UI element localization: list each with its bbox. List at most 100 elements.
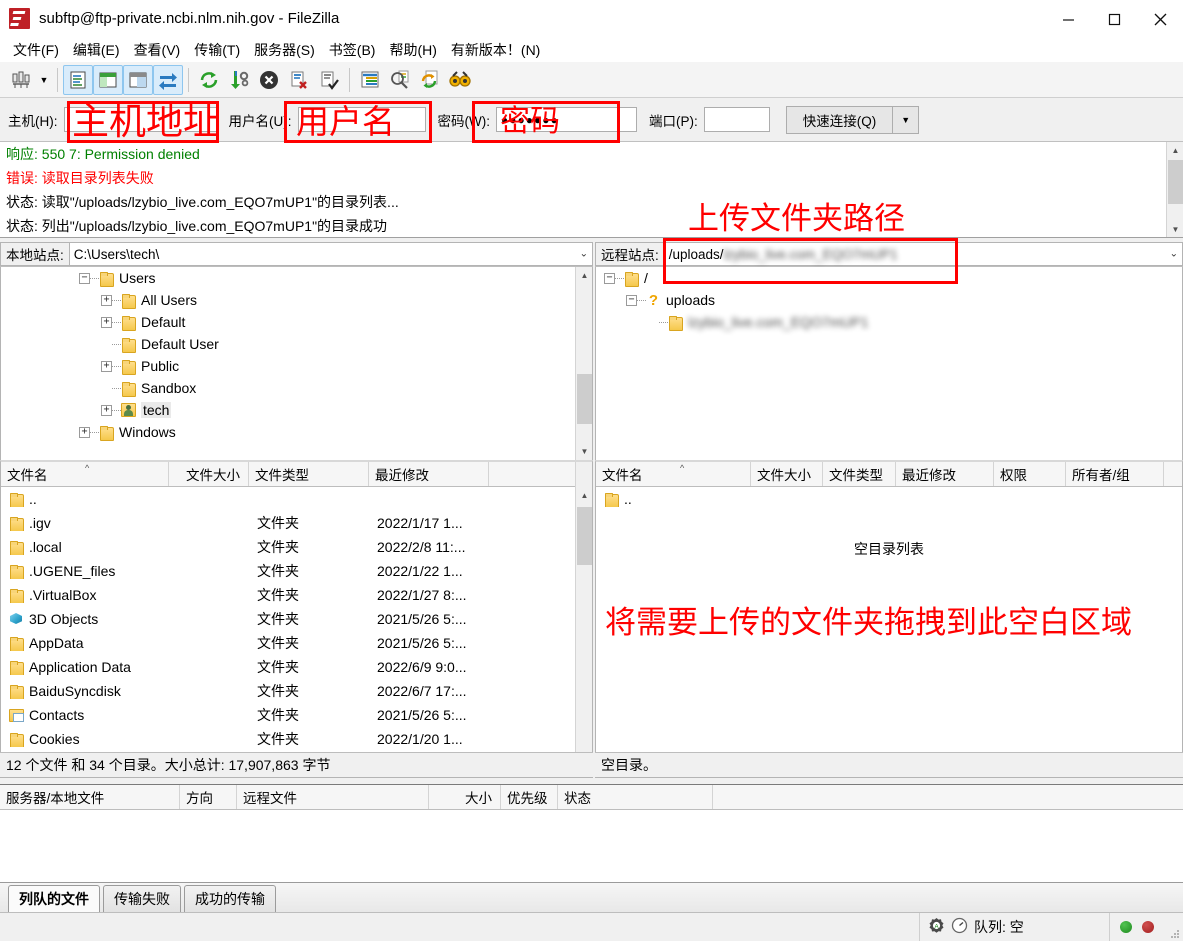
column-header-permissions[interactable]: 权限 [994, 462, 1066, 486]
tree-item-upload-folder[interactable]: lzybio_live.com_EQO7mUP1 [596, 311, 1182, 333]
remote-file-list[interactable]: 文件名 ^ 文件大小 文件类型 最近修改 权限 所有者/组 .. 空目录列表 [595, 460, 1183, 778]
find-files-icon[interactable] [445, 65, 475, 95]
close-button[interactable] [1137, 0, 1183, 38]
local-path-combo[interactable]: C:\Users\tech\ ⌄ [68, 242, 593, 266]
scroll-down-icon[interactable]: ▼ [1167, 221, 1183, 237]
menu-bookmarks[interactable]: 书签(B) [322, 38, 383, 62]
menu-new-version[interactable]: 有新版本！(N) [444, 38, 547, 62]
local-file-list-scrollbar[interactable]: ▲ ▼ [575, 462, 592, 777]
menu-help[interactable]: 帮助(H) [382, 38, 443, 62]
scroll-up-icon[interactable]: ▲ [576, 267, 592, 284]
column-header-size[interactable]: 文件大小 [751, 462, 823, 486]
speed-icon[interactable] [951, 917, 968, 937]
queue-column-size[interactable]: 大小 [429, 785, 501, 809]
compare-directories-icon[interactable] [385, 65, 415, 95]
table-row[interactable]: Cookies 文件夹 2022/1/20 1... [1, 727, 592, 751]
log-scroll-thumb[interactable] [1168, 160, 1183, 204]
local-tree-scroll-thumb[interactable] [577, 374, 592, 424]
column-header-name[interactable]: 文件名 ^ [596, 462, 751, 486]
process-queue-icon[interactable] [224, 65, 254, 95]
table-row[interactable]: .UGENE_files 文件夹 2022/1/22 1... [1, 559, 592, 583]
quickconnect-dropdown-icon[interactable]: ▼ [893, 105, 920, 134]
scroll-down-icon[interactable]: ▼ [576, 443, 592, 460]
queue-column-direction[interactable]: 方向 [180, 785, 237, 809]
expander-icon[interactable]: + [79, 426, 90, 438]
expander-icon[interactable]: + [101, 360, 112, 372]
tree-item-default[interactable]: + Default [1, 311, 592, 333]
cancel-icon[interactable] [254, 65, 284, 95]
site-manager-dropdown-icon[interactable]: ▼ [36, 65, 52, 95]
tree-item-all-users[interactable]: + All Users [1, 289, 592, 311]
scroll-up-icon[interactable]: ▲ [576, 487, 592, 504]
table-row[interactable]: .igv 文件夹 2022/1/17 1... [1, 511, 592, 535]
host-input[interactable] [63, 107, 217, 132]
menu-transfer[interactable]: 传输(T) [187, 38, 247, 62]
tab-failed-transfers[interactable]: 传输失败 [103, 885, 181, 912]
column-header-type[interactable]: 文件类型 [823, 462, 896, 486]
resize-grip-icon[interactable] [1168, 927, 1180, 939]
tree-item-windows[interactable]: + Windows [1, 421, 592, 443]
transfer-queue-body[interactable] [0, 810, 1183, 882]
local-directory-tree[interactable]: − Users + All Users + Default Default Us… [0, 267, 593, 460]
column-header-size[interactable]: 文件大小 [169, 462, 249, 486]
table-row[interactable]: Contacts 文件夹 2021/5/26 5:... [1, 703, 592, 727]
refresh-icon[interactable] [194, 65, 224, 95]
expander-icon[interactable]: + [101, 404, 112, 416]
remote-path-combo[interactable]: /uploads/lzybio_live.com_EQO7mUP1 ⌄ [663, 242, 1183, 266]
queue-column-status[interactable]: 状态 [558, 785, 713, 809]
column-header-type[interactable]: 文件类型 [249, 462, 369, 486]
table-row[interactable]: .VirtualBox 文件夹 2022/1/27 8:... [1, 583, 592, 607]
menu-server[interactable]: 服务器(S) [247, 38, 322, 62]
table-row[interactable]: Application Data 文件夹 2022/6/9 9:0... [1, 655, 592, 679]
chevron-down-icon[interactable]: ⌄ [1170, 249, 1178, 260]
toggle-message-log-icon[interactable] [63, 64, 93, 95]
menu-file[interactable]: 文件(F) [6, 38, 66, 62]
menu-view[interactable]: 查看(V) [127, 38, 188, 62]
menu-edit[interactable]: 编辑(E) [66, 38, 127, 62]
disconnect-icon[interactable] [284, 65, 314, 95]
toggle-transfer-queue-icon[interactable] [153, 64, 183, 95]
synchronized-browsing-icon[interactable] [415, 65, 445, 95]
expander-icon[interactable]: + [101, 316, 112, 328]
expander-icon[interactable]: − [626, 294, 637, 306]
toggle-remote-tree-icon[interactable] [123, 64, 153, 95]
username-input[interactable] [297, 107, 426, 132]
port-input[interactable] [703, 107, 770, 132]
password-input[interactable]: ●●●●●●● [495, 107, 637, 132]
tree-item-default-user[interactable]: Default User [1, 333, 592, 355]
column-header-name[interactable]: 文件名 ^ [1, 462, 169, 486]
tree-item-sandbox[interactable]: Sandbox [1, 377, 592, 399]
tree-item-tech[interactable]: + tech [1, 399, 592, 421]
toggle-local-tree-icon[interactable] [93, 64, 123, 95]
filter-icon[interactable] [355, 65, 385, 95]
table-row[interactable]: .. [1, 487, 592, 511]
tree-item-root[interactable]: − / [596, 267, 1182, 289]
table-row[interactable]: AppData 文件夹 2021/5/26 5:... [1, 631, 592, 655]
table-row[interactable]: BaiduSyncdisk 文件夹 2022/6/7 17:... [1, 679, 592, 703]
tree-item-public[interactable]: + Public [1, 355, 592, 377]
site-manager-icon[interactable] [6, 65, 36, 95]
reconnect-icon[interactable] [314, 65, 344, 95]
minimize-button[interactable] [1045, 0, 1091, 38]
queue-column-remote-file[interactable]: 远程文件 [237, 785, 429, 809]
quickconnect-button[interactable]: 快速连接(Q) [785, 105, 894, 134]
tab-successful-transfers[interactable]: 成功的传输 [184, 885, 276, 912]
encryption-icon[interactable]: A [928, 917, 945, 937]
table-row[interactable]: .local 文件夹 2022/2/8 11:... [1, 535, 592, 559]
chevron-down-icon[interactable]: ⌄ [580, 249, 588, 260]
scroll-up-icon[interactable]: ▲ [1167, 142, 1183, 159]
column-header-modified[interactable]: 最近修改 [369, 462, 489, 486]
local-file-scroll-thumb[interactable] [577, 507, 592, 565]
tab-queued-files[interactable]: 列队的文件 [8, 885, 100, 912]
tree-item-users[interactable]: − Users [1, 267, 592, 289]
log-scrollbar[interactable]: ▲ ▼ [1166, 142, 1183, 237]
expander-icon[interactable]: + [101, 294, 112, 306]
queue-column-priority[interactable]: 优先级 [501, 785, 558, 809]
expander-icon[interactable]: − [604, 272, 615, 284]
local-file-list[interactable]: 文件名 ^ 文件大小 文件类型 最近修改 .. .igv 文件夹 2022/1/… [0, 460, 593, 778]
table-row[interactable]: 3D Objects 文件夹 2021/5/26 5:... [1, 607, 592, 631]
column-header-owner[interactable]: 所有者/组 [1066, 462, 1164, 486]
maximize-button[interactable] [1091, 0, 1137, 38]
local-tree-scrollbar[interactable]: ▲ ▼ [575, 267, 592, 460]
tree-item-uploads[interactable]: − ? uploads [596, 289, 1182, 311]
